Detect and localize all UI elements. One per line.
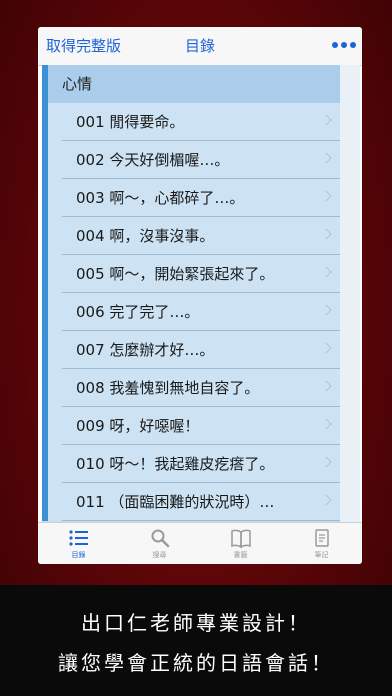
list-item[interactable]: 011 （面臨困難的狀況時）… [42,483,340,521]
tab-notes[interactable]: 筆記 [281,523,362,564]
tab-bookmarks[interactable]: 書籤 [200,523,281,564]
list-item[interactable]: 005 啊～，開始緊張起來了。 [42,255,340,293]
tab-contents[interactable]: 目錄 [38,523,119,564]
tab-label: 搜尋 [152,551,167,559]
chevron-right-icon [320,456,332,468]
chevron-right-icon [320,380,332,392]
list-item-label: 001 閒得要命。 [76,113,185,131]
tab-label: 目錄 [71,551,86,559]
tab-label: 筆記 [314,551,329,559]
chevron-right-icon [320,494,332,506]
chevron-right-icon [320,266,332,278]
list-item-label: 002 今天好倒楣喔…。 [76,151,230,169]
list-item[interactable]: 006 完了完了…。 [42,293,340,331]
list-item[interactable]: 010 呀～！我起雞皮疙瘩了。 [42,445,340,483]
book-icon [230,529,251,548]
more-dots-icon[interactable] [332,40,356,50]
list-item-label: 008 我羞愧到無地自容了。 [76,379,260,397]
list-item[interactable]: 007 怎麼辦才好…。 [42,331,340,369]
chevron-right-icon [320,342,332,354]
chevron-right-icon [320,418,332,430]
list-item-label: 005 啊～，開始緊張起來了。 [76,265,275,283]
list-item[interactable]: 002 今天好倒楣喔…。 [42,141,340,179]
caption-line-2: 讓您學會正統的日語會話！ [58,651,334,675]
list-item-label: 009 呀，好噁喔！ [76,417,200,435]
section-header: 心情 [42,65,340,103]
list-item[interactable]: 008 我羞愧到無地自容了。 [42,369,340,407]
tab-search[interactable]: 搜尋 [119,523,200,564]
promo-caption: 出口仁老師專業設計！ 讓您學會正統的日語會話！ [0,585,392,696]
notes-icon [314,529,329,547]
chevron-right-icon [320,228,332,240]
navigation-bar: 取得完整版 目錄 [38,27,362,66]
chevron-right-icon [320,190,332,202]
list-item[interactable]: 003 啊～，心都碎了…。 [42,179,340,217]
list-item[interactable]: 009 呀，好噁喔！ [42,407,340,445]
tab-bar: 目錄 搜尋 書籤 筆記 [38,522,362,564]
list-item[interactable]: 001 閒得要命。 [42,103,340,141]
chevron-right-icon [320,114,332,126]
app-screen: 取得完整版 目錄 心情 001 閒得要命。 002 今天好倒楣喔…。 003 啊… [38,27,362,564]
page-title: 目錄 [184,37,215,55]
list-icon [68,530,88,546]
chevron-right-icon [320,304,332,316]
table-of-contents-list[interactable]: 心情 001 閒得要命。 002 今天好倒楣喔…。 003 啊～，心都碎了…。 … [42,65,360,522]
caption-line-1: 出口仁老師專業設計！ [81,611,311,635]
scrollbar-track[interactable] [340,65,360,522]
list-item-label: 007 怎麼辦才好…。 [76,341,215,359]
list-item-label: 004 啊，沒事沒事。 [76,227,215,245]
tab-label: 書籤 [233,551,248,559]
search-icon [151,529,169,548]
chevron-right-icon [320,152,332,164]
rows-container: 001 閒得要命。 002 今天好倒楣喔…。 003 啊～，心都碎了…。 004… [42,103,340,521]
list-item-label: 006 完了完了…。 [76,303,200,321]
section-title: 心情 [62,75,93,93]
list-item-label: 003 啊～，心都碎了…。 [76,189,245,207]
list-item-label: 010 呀～！我起雞皮疙瘩了。 [76,455,275,473]
list-item-label: 011 （面臨困難的狀況時）… [76,493,275,511]
list-item[interactable]: 004 啊，沒事沒事。 [42,217,340,255]
